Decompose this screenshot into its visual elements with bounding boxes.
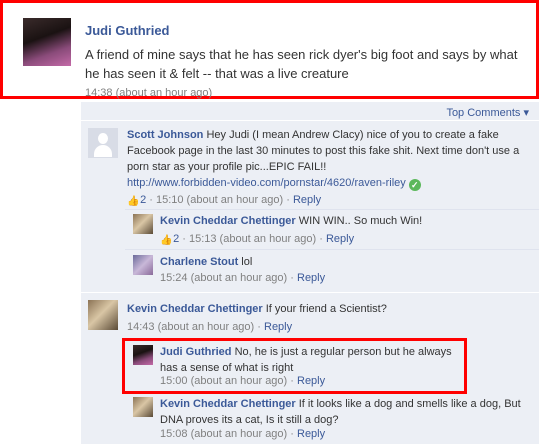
thumbs-up-icon[interactable]: 👍	[127, 197, 139, 207]
avatar[interactable]	[133, 214, 153, 234]
comment-link-line: http://www.forbidden-video.com/pornstar/…	[127, 176, 421, 191]
avatar[interactable]	[133, 255, 153, 275]
reply-link[interactable]: Reply	[297, 428, 325, 440]
reply-author[interactable]: Kevin Cheddar Chettinger	[160, 398, 296, 410]
reply-link[interactable]: Reply	[326, 233, 354, 245]
comment-timestamp[interactable]: 15:10 (about an hour ago)	[156, 194, 283, 206]
avatar[interactable]	[88, 128, 118, 158]
reply-author[interactable]: Charlene Stout	[160, 256, 238, 268]
reply-body: Kevin Cheddar Chettinger WIN WIN.. So mu…	[160, 213, 530, 229]
comment-timestamp[interactable]: 14:43 (about an hour ago)	[127, 321, 254, 333]
reply-link[interactable]: Reply	[297, 375, 325, 387]
comment-body: Scott Johnson Hey Judi (I mean Andrew Cl…	[127, 127, 527, 175]
avatar[interactable]	[23, 18, 71, 66]
reply-body: Kevin Cheddar Chettinger If it looks lik…	[160, 396, 530, 428]
comments-header: Top Comments ▾	[81, 104, 539, 120]
reply-link[interactable]: Reply	[297, 272, 325, 284]
post-highlight-box: Judi Guthried A friend of mine says that…	[0, 0, 539, 99]
comment-body: Kevin Cheddar Chettinger If your friend …	[127, 301, 527, 317]
comment-link[interactable]: http://www.forbidden-video.com/pornstar/…	[127, 177, 406, 189]
reply-meta: 15:08 (about an hour ago) · Reply	[160, 428, 326, 440]
divider	[81, 292, 539, 293]
reply-body: Charlene Stout lol	[160, 254, 530, 270]
divider	[125, 249, 539, 250]
comment-author[interactable]: Scott Johnson	[127, 129, 203, 141]
comment-meta: 14:43 (about an hour ago) · Reply	[127, 321, 293, 333]
reply-meta: 15:24 (about an hour ago) · Reply	[160, 272, 326, 284]
reply-body: Judi Guthried No, he is just a regular p…	[160, 344, 460, 376]
thumbs-up-icon[interactable]: 👍	[160, 236, 172, 246]
reply-timestamp[interactable]: 15:08 (about an hour ago)	[160, 428, 287, 440]
reply-timestamp[interactable]: 15:13 (about an hour ago)	[189, 233, 316, 245]
comment-text: If your friend a Scientist?	[265, 303, 387, 315]
reply-text: lol	[241, 256, 253, 268]
like-count[interactable]: 2	[173, 233, 179, 245]
post-timestamp[interactable]: 14:38 (about an hour ago)	[85, 87, 212, 99]
reply-meta: 15:00 (about an hour ago) · Reply	[160, 375, 326, 387]
comment-meta: 👍 2 · 15:10 (about an hour ago) · Reply	[127, 194, 322, 207]
reply-link[interactable]: Reply	[293, 194, 321, 206]
avatar[interactable]	[133, 345, 153, 365]
reply-timestamp[interactable]: 15:00 (about an hour ago)	[160, 375, 287, 387]
like-count[interactable]: 2	[140, 194, 146, 206]
top-comments-dropdown[interactable]: Top Comments ▾	[446, 106, 529, 119]
post-text: A friend of mine says that he has seen r…	[85, 47, 518, 81]
reply-author[interactable]: Kevin Cheddar Chettinger	[160, 215, 296, 227]
reply-text: WIN WIN.. So much Win!	[298, 215, 423, 227]
post-author[interactable]: Judi Guthried	[85, 23, 170, 38]
reply-meta: 👍 2 · 15:13 (about an hour ago) · Reply	[160, 233, 355, 246]
avatar[interactable]	[88, 300, 118, 330]
reply-link[interactable]: Reply	[264, 321, 292, 333]
reply-timestamp[interactable]: 15:24 (about an hour ago)	[160, 272, 287, 284]
avatar[interactable]	[133, 397, 153, 417]
reply-author[interactable]: Judi Guthried	[160, 346, 232, 358]
check-icon: ✓	[408, 179, 421, 191]
divider	[81, 120, 539, 121]
comment-author[interactable]: Kevin Cheddar Chettinger	[127, 303, 263, 315]
divider	[125, 209, 539, 210]
